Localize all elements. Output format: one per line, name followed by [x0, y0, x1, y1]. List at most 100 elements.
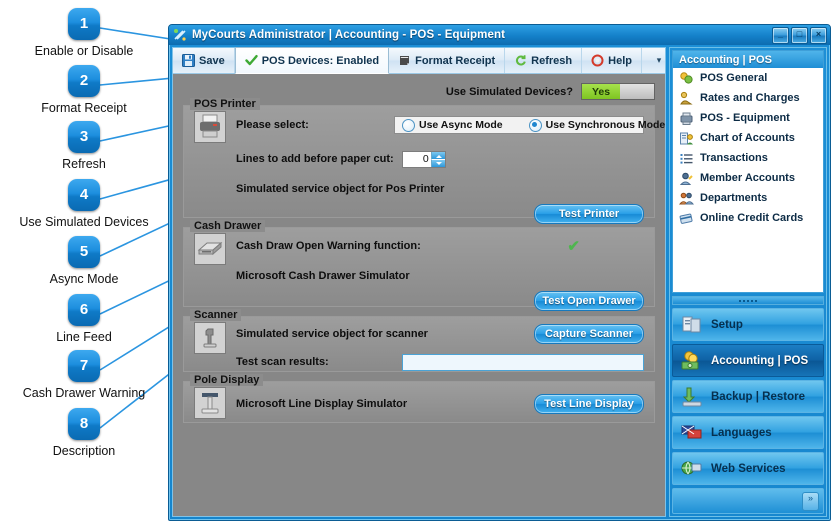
module-button-label: Setup: [711, 318, 743, 331]
member-accounts-icon: [679, 171, 694, 186]
window-title-bar: MyCourts Administrator | Accounting - PO…: [169, 25, 830, 45]
toolbar-save-button[interactable]: Save: [173, 48, 235, 73]
minimize-button[interactable]: _: [772, 27, 789, 44]
radio-label: Use Async Mode: [419, 119, 503, 131]
nav-footer: »: [672, 488, 824, 514]
module-button-label: Accounting | POS: [711, 354, 809, 367]
nav-item-member-accounts[interactable]: Member Accounts: [673, 168, 823, 188]
cash-draw-warning-label: Cash Draw Open Warning function:: [236, 240, 421, 252]
stepper-down-icon[interactable]: [430, 159, 445, 167]
nav-item-pos-equipment[interactable]: POS - Equipment: [673, 108, 823, 128]
group-legend: Cash Drawer: [190, 220, 266, 232]
nav-item-pos-general[interactable]: POS General: [673, 68, 823, 88]
nav-header: Accounting | POS: [673, 51, 823, 68]
close-button[interactable]: ×: [810, 27, 827, 44]
refresh-icon: [514, 54, 527, 67]
toolbar-item-label: POS Devices: Enabled: [261, 54, 380, 67]
callout-8: 8 Description: [0, 408, 168, 458]
nav-item-online-credit-cards[interactable]: Online Credit Cards: [673, 208, 823, 228]
module-button-setup[interactable]: Setup: [672, 308, 824, 341]
capture-scanner-button[interactable]: Capture Scanner: [534, 324, 644, 344]
navigation-panel: Accounting | POS POS General Rates and C…: [669, 47, 827, 517]
callout-label: Enable or Disable: [34, 44, 134, 58]
callout-2: 2 Format Receipt: [0, 65, 168, 115]
window-body: Save POS Devices: Enabled Format Receipt…: [169, 45, 830, 520]
nav-item-label: Member Accounts: [700, 172, 795, 184]
panel-splitter-grip[interactable]: [672, 296, 824, 305]
radio-use-synchronous-mode[interactable]: Use Synchronous Mode: [528, 118, 665, 132]
toolbar-pos-devices-button[interactable]: POS Devices: Enabled: [234, 47, 390, 74]
nav-item-departments[interactable]: Departments: [673, 188, 823, 208]
toolbar-format-receipt-button[interactable]: Format Receipt: [389, 48, 506, 73]
nav-item-chart-of-accounts[interactable]: Chart of Accounts: [673, 128, 823, 148]
maximize-button[interactable]: □: [791, 27, 808, 44]
toolbar-help-button[interactable]: Help: [582, 48, 642, 73]
lines-to-add-input[interactable]: [402, 151, 431, 167]
toggle-track: [620, 84, 654, 99]
radio-label: Use Synchronous Mode: [545, 119, 665, 131]
toolbar-item-label: Save: [199, 54, 225, 67]
printer-icon: [194, 111, 226, 143]
scanner-service-object-label: Simulated service object for scanner: [236, 328, 428, 340]
nav-list-panel: Accounting | POS POS General Rates and C…: [672, 50, 824, 293]
module-button-backup-restore[interactable]: Backup | Restore: [672, 380, 824, 413]
toolbar-refresh-button[interactable]: Refresh: [505, 48, 583, 73]
chart-accounts-icon: [679, 131, 694, 146]
stepper-up-icon[interactable]: [430, 151, 445, 160]
test-line-display-button[interactable]: Test Line Display: [534, 394, 644, 414]
window-title: MyCourts Administrator | Accounting - PO…: [192, 29, 506, 41]
module-button-web-services[interactable]: Web Services: [672, 452, 824, 485]
callout-label: Description: [52, 444, 116, 458]
app-logo-icon: [173, 28, 187, 42]
callout-label: Refresh: [62, 157, 106, 171]
nav-item-label: Chart of Accounts: [700, 132, 795, 144]
lines-to-add-stepper[interactable]: [401, 150, 446, 168]
toolbar-overflow-button[interactable]: ▾: [653, 48, 665, 73]
content-area: Use Simulated Devices? Yes POS Printer P…: [173, 74, 665, 516]
test-open-drawer-button[interactable]: Test Open Drawer: [534, 291, 644, 311]
cash-drawer-group: Cash Drawer Cash Draw Open Warning funct…: [183, 220, 655, 311]
transactions-icon: [679, 151, 694, 166]
toolbar-item-label: Refresh: [531, 54, 573, 67]
module-button-languages[interactable]: Languages: [672, 416, 824, 449]
use-simulated-devices-toggle[interactable]: Yes: [581, 83, 655, 100]
callout-label: Format Receipt: [41, 101, 127, 115]
radio-use-async-mode[interactable]: Use Async Mode: [402, 118, 503, 132]
module-button-label: Backup | Restore: [711, 390, 805, 403]
pole-display-service-object-label: Microsoft Line Display Simulator: [236, 398, 408, 410]
nav-item-label: Transactions: [700, 152, 768, 164]
expand-panel-button[interactable]: »: [802, 491, 819, 511]
stepper-buttons[interactable]: [430, 151, 445, 167]
callout-5: 5 Async Mode: [0, 236, 168, 286]
pos-printer-group: POS Printer Please select: Use Async Mod…: [183, 98, 665, 224]
test-printer-button[interactable]: Test Printer: [534, 204, 644, 224]
callout-badge: 2: [68, 65, 100, 97]
callout-1: 1 Enable or Disable: [0, 8, 168, 58]
receipt-icon: [398, 54, 411, 67]
toggle-value: Yes: [582, 84, 620, 99]
toolbar-item-label: Format Receipt: [415, 54, 496, 67]
callout-badge: 1: [68, 8, 100, 40]
nav-item-transactions[interactable]: Transactions: [673, 148, 823, 168]
scanner-icon: [194, 322, 226, 354]
nav-item-label: POS - Equipment: [700, 112, 790, 124]
backup-restore-icon: [680, 386, 704, 408]
main-panel: Save POS Devices: Enabled Format Receipt…: [172, 47, 666, 517]
toolbar-item-label: Help: [608, 54, 632, 67]
group-top-border: [184, 316, 654, 317]
callout-label: Async Mode: [49, 272, 119, 286]
languages-icon: [680, 422, 704, 444]
module-button-accounting-pos[interactable]: Accounting | POS: [672, 344, 824, 377]
test-scan-results-input[interactable]: [402, 353, 644, 371]
online-credit-cards-icon: [679, 211, 694, 226]
printer-mode-radio-group[interactable]: Use Async Mode Use Synchronous Mode: [394, 116, 665, 134]
group-legend: POS Printer: [190, 98, 260, 110]
save-icon: [182, 54, 195, 67]
radio-dot-icon: [402, 118, 415, 132]
callout-4: 4 Use Simulated Devices: [0, 179, 168, 229]
use-simulated-devices-label: Use Simulated Devices?: [445, 85, 573, 98]
nav-item-rates-and-charges[interactable]: Rates and Charges: [673, 88, 823, 108]
module-button-label: Web Services: [711, 462, 786, 475]
callout-column: 1 Enable or Disable 2 Format Receipt 3 R…: [0, 0, 168, 521]
departments-icon: [678, 191, 695, 206]
